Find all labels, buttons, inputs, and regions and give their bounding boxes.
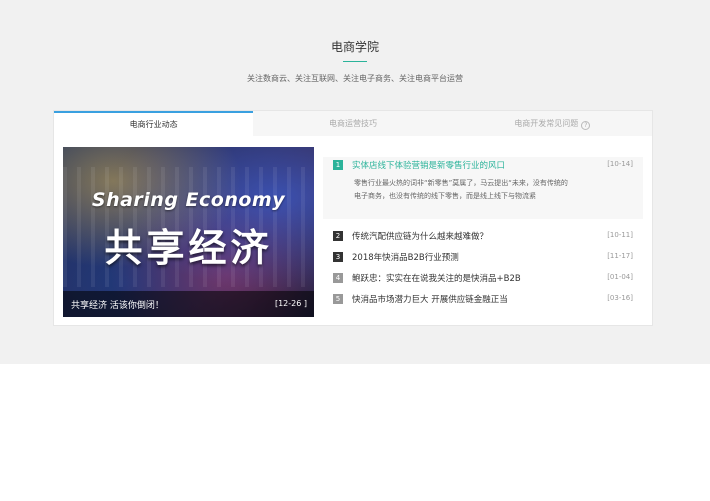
item-date: [10-14] bbox=[607, 160, 633, 168]
item-number: 4 bbox=[333, 273, 343, 283]
banner-image-text-en: Sharing Economy bbox=[91, 189, 286, 211]
item-title[interactable]: 鲍跃忠：实实在在说我关注的是快消品+B2B bbox=[352, 272, 521, 284]
item-title[interactable]: 2018年快消品B2B行业预测 bbox=[352, 251, 459, 263]
item-date: [11-17] bbox=[607, 252, 633, 260]
help-icon: ? bbox=[581, 121, 591, 130]
list-item[interactable]: 2 传统汽配供应链为什么越来越难做？ [10-11] bbox=[323, 228, 643, 244]
item-date: [10-11] bbox=[607, 231, 633, 239]
item-number: 3 bbox=[333, 252, 343, 262]
item-title[interactable]: 快消品市场潜力巨大 开展供应链金融正当 bbox=[352, 293, 508, 305]
news-card: 电商行业动态 电商运营技巧 电商开发常见问题? Sharing Economy … bbox=[53, 110, 653, 326]
section-subtitle: 关注数商云、关注互联网、关注电子商务、关注电商平台运营 bbox=[247, 74, 463, 83]
item-title[interactable]: 实体店线下体验营销是新零售行业的风口 bbox=[352, 159, 505, 171]
list-item-featured[interactable]: 1 实体店线下体验营销是新零售行业的风口 [10-14] 零售行业最火热的词非“… bbox=[323, 157, 643, 219]
item-date: [01-04] bbox=[607, 273, 633, 281]
item-title[interactable]: 传统汽配供应链为什么越来越难做？ bbox=[352, 230, 488, 242]
list-item[interactable]: 3 2018年快消品B2B行业预测 [11-17] bbox=[323, 249, 643, 265]
tab-label: 电商开发常见问题 bbox=[514, 119, 579, 128]
item-number: 5 bbox=[333, 294, 343, 304]
ecommerce-academy-section: 电商学院 关注数商云、关注互联网、关注电子商务、关注电商平台运营 电商行业动态 … bbox=[0, 0, 710, 364]
banner-date: [12-26 ] bbox=[274, 299, 307, 308]
list-item[interactable]: 4 鲍跃忠：实实在在说我关注的是快消品+B2B [01-04] bbox=[323, 270, 643, 286]
featured-banner[interactable]: Sharing Economy 共享经济 共享经济 活该你倒闭！ [12-26 … bbox=[63, 147, 314, 317]
title-divider bbox=[343, 61, 367, 62]
banner-caption[interactable]: 共享经济 活该你倒闭！ bbox=[71, 298, 164, 311]
item-number: 1 bbox=[333, 160, 343, 170]
tab-label: 电商运营技巧 bbox=[328, 119, 377, 128]
item-number: 2 bbox=[333, 231, 343, 241]
tab-operation-tips[interactable]: 电商运营技巧 bbox=[253, 111, 453, 136]
tab-dev-faq[interactable]: 电商开发常见问题? bbox=[452, 111, 652, 136]
list-item[interactable]: 5 快消品市场潜力巨大 开展供应链金融正当 [03-16] bbox=[323, 291, 643, 307]
tab-label: 电商行业动态 bbox=[129, 120, 178, 129]
item-description: 零售行业最火热的词非“新零售”莫属了，马云提出“未来，没有传统的电子商务，也没有… bbox=[354, 179, 568, 200]
tab-industry-news[interactable]: 电商行业动态 bbox=[54, 111, 254, 136]
banner-caption-bar: 共享经济 活该你倒闭！ [12-26 ] bbox=[63, 291, 314, 317]
section-title: 电商学院 bbox=[330, 40, 379, 54]
banner-image-text-cn: 共享经济 bbox=[104, 226, 273, 270]
item-date: [03-16] bbox=[607, 294, 633, 302]
tab-bar: 电商行业动态 电商运营技巧 电商开发常见问题? bbox=[54, 111, 652, 136]
